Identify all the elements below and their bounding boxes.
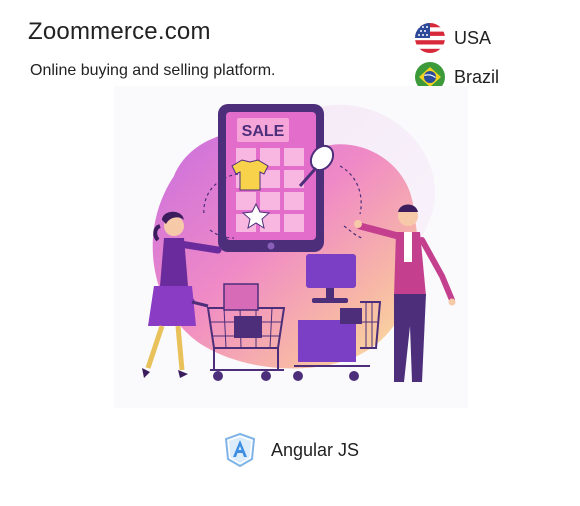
country-name-usa: USA (454, 27, 492, 48)
sale-label: SALE (242, 123, 285, 140)
country-name-brazil: Brazil (454, 66, 500, 87)
angular-icon (224, 433, 256, 467)
technology-name: Angular JS (271, 439, 360, 460)
project-description: Online buying and selling platform. (30, 62, 276, 79)
project-illustration: SALE (114, 86, 468, 408)
technology-badge: Angular JS (224, 433, 359, 467)
shopping-illustration: SALE (142, 104, 456, 382)
country-usa: USA (415, 23, 491, 53)
usa-flag-icon (415, 23, 445, 53)
project-title: Zoommerce.com (28, 18, 211, 45)
